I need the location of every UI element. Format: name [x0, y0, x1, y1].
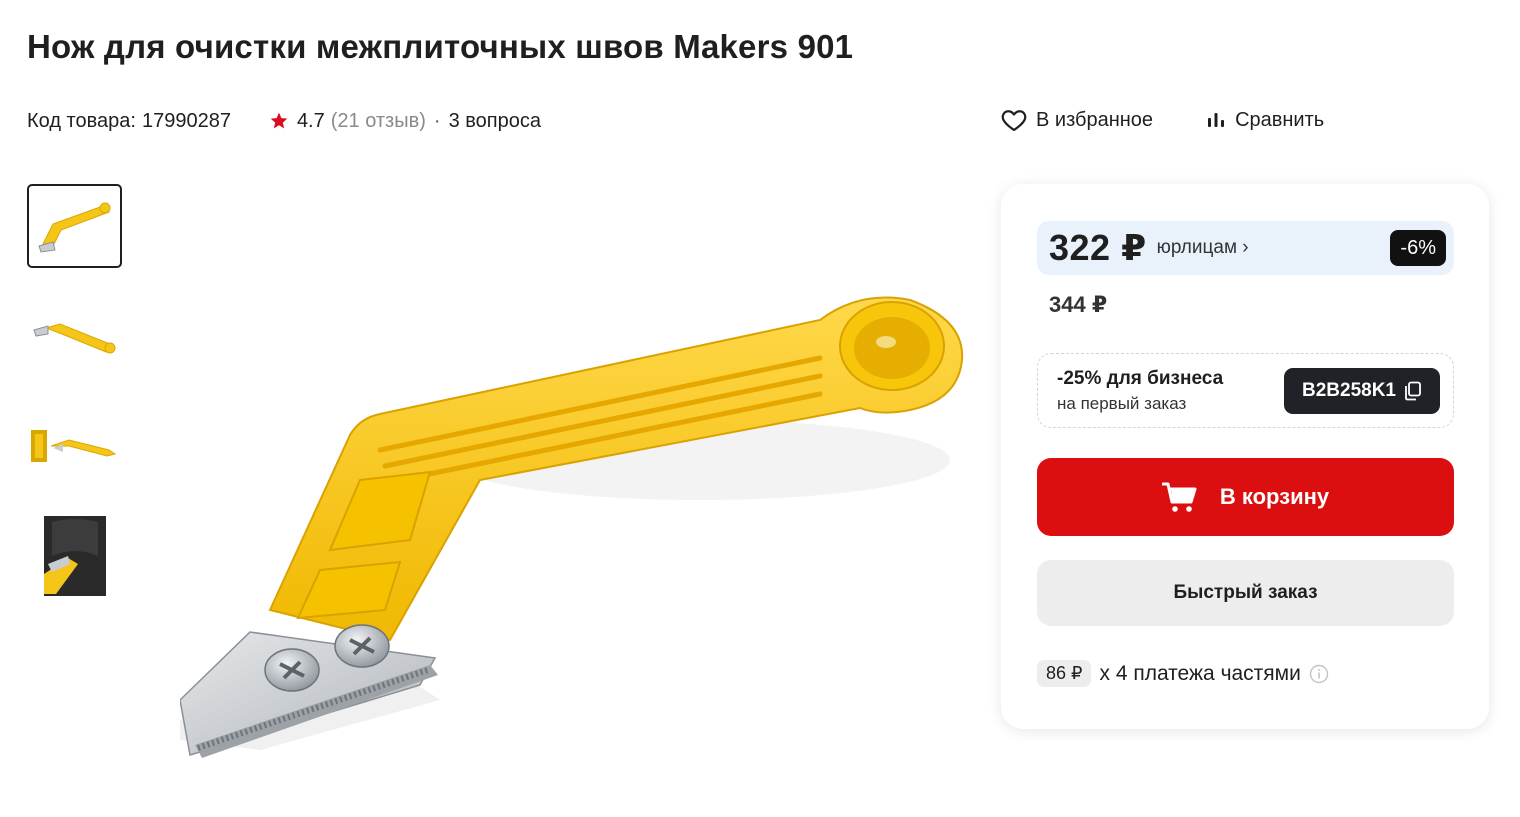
product-title: Нож для очистки межплиточных швов Makers… — [27, 28, 854, 65]
promo-title: -25% для бизнеса — [1057, 368, 1224, 389]
favorite-label: В избранное — [1036, 108, 1154, 131]
thumbnail-image — [30, 430, 116, 462]
promo-code: B2B258K1 — [1302, 380, 1396, 401]
quick-order-button[interactable]: Быстрый заказ — [1037, 560, 1454, 626]
product-code: 17990287 — [141, 109, 231, 132]
thumbnail-list — [27, 184, 122, 624]
compare-label: Сравнить — [1235, 108, 1325, 131]
reviews-link[interactable]: (21 отзыв) — [331, 110, 426, 133]
price-old: 344 ₽ — [1049, 292, 1108, 317]
thumbnail-image — [37, 202, 110, 253]
rating: 4.7 (21 отзыв) · 3 вопроса — [269, 110, 541, 133]
add-to-cart-button[interactable]: В корзину — [1037, 458, 1454, 536]
installment-text: х 4 платежа частями — [1099, 661, 1301, 685]
promo-block: -25% для бизнеса на первый заказ B2B258K… — [1037, 353, 1454, 428]
installments: 86 ₽ х 4 платежа частями — [1037, 660, 1329, 687]
rating-value: 4.7 — [296, 109, 325, 132]
buy-box: 322 ₽ юрлицам › -6% 344 ₽ -25% для бизне… — [1001, 184, 1489, 729]
info-icon[interactable] — [1309, 664, 1329, 684]
promo-code-button[interactable]: B2B258K1 — [1284, 368, 1440, 414]
thumbnail-image — [32, 323, 115, 354]
price-row: 322 ₽ юрлицам › -6% — [1037, 221, 1454, 275]
promo-subtitle: на первый заказ — [1057, 394, 1187, 413]
favorite-button[interactable]: В избранное — [1000, 106, 1153, 134]
cart-icon — [1161, 482, 1197, 512]
star-icon — [270, 112, 288, 129]
questions-link[interactable]: 3 вопроса — [449, 110, 541, 133]
price-current: 322 ₽ — [1049, 227, 1147, 268]
meta-separator: · — [433, 109, 441, 132]
heart-icon — [1001, 110, 1027, 132]
thumbnail-2[interactable] — [27, 294, 122, 378]
thumbnail-image — [43, 516, 106, 596]
discount-badge: -6% — [1390, 230, 1446, 266]
installment-price: 86 ₽ — [1037, 660, 1092, 687]
add-to-cart-label: В корзину — [1219, 484, 1330, 509]
product-meta: Код товара: 17990287 4.7 (21 отзыв) · 3 … — [27, 108, 541, 134]
product-actions: В избранное Сравнить — [1000, 106, 1324, 134]
thumbnail-1[interactable] — [27, 184, 122, 268]
product-code-label: Код товара: — [27, 109, 136, 132]
thumbnail-3[interactable] — [27, 404, 122, 488]
quick-order-label: Быстрый заказ — [1173, 582, 1318, 603]
thumbnail-4[interactable] — [27, 514, 122, 598]
compare-icon — [1208, 113, 1225, 127]
product-main-image — [180, 296, 964, 758]
price-legal-link[interactable]: юрлицам › — [1157, 237, 1249, 259]
compare-button[interactable]: Сравнить — [1205, 109, 1324, 132]
copy-icon — [1405, 381, 1421, 401]
